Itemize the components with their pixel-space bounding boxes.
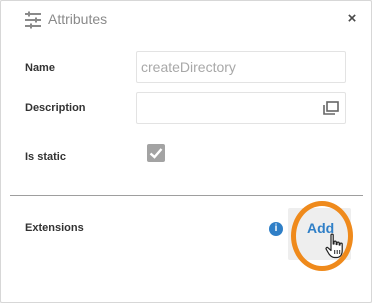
info-icon[interactable]: i: [269, 222, 283, 236]
checkmark-icon: [149, 148, 163, 159]
description-field[interactable]: [136, 92, 346, 124]
is-static-label: Is static: [25, 151, 66, 163]
panel-title: Attributes: [48, 11, 108, 27]
extensions-label: Extensions: [25, 222, 84, 234]
open-editor-icon[interactable]: [323, 101, 339, 115]
name-label: Name: [25, 62, 55, 74]
description-label: Description: [25, 102, 86, 114]
sliders-icon: [25, 11, 41, 29]
name-field[interactable]: [136, 51, 346, 83]
add-button-label[interactable]: Add: [307, 220, 334, 236]
is-static-checkbox[interactable]: [147, 144, 165, 162]
attributes-panel: Attributes × Name Description Is static …: [0, 0, 372, 303]
close-button[interactable]: ×: [345, 10, 359, 28]
section-divider: [10, 195, 363, 196]
